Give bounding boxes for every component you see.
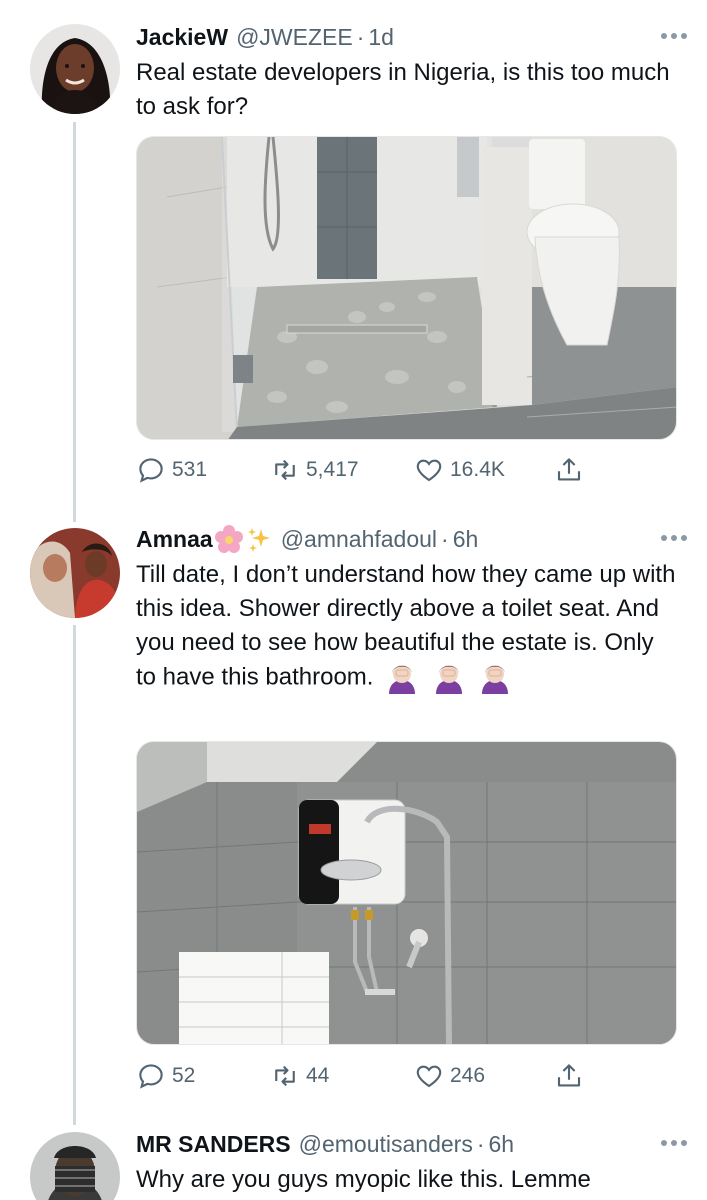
timestamp[interactable]: 1d <box>368 24 394 51</box>
avatar[interactable] <box>30 1132 120 1200</box>
retweet-button[interactable]: 44 <box>270 1056 329 1096</box>
separator-dot: · <box>356 23 365 50</box>
woman-facepalming-icon <box>431 660 467 696</box>
retweet-icon <box>275 1065 295 1087</box>
like-button[interactable]: 16.4K <box>414 450 505 490</box>
sparkles-icon <box>245 525 273 553</box>
heart-icon <box>416 459 442 482</box>
user-handle[interactable]: @amnahfadoul <box>281 526 437 553</box>
heart-icon <box>416 1065 442 1088</box>
like-count: 246 <box>450 1064 486 1087</box>
woman-facepalming-icon <box>477 660 513 696</box>
display-name[interactable]: JackieW <box>136 24 228 51</box>
reply-count: 531 <box>172 458 208 481</box>
separator-dot: · <box>441 525 449 552</box>
display-name[interactable]: MR SANDERS <box>136 1131 291 1158</box>
display-name[interactable]: Amnaa <box>136 526 213 553</box>
tweet-text: Why are you guys myopic like this. Lemme <box>136 1166 591 1193</box>
more-icon[interactable] <box>647 1131 687 1155</box>
retweet-button[interactable]: 5,417 <box>270 450 359 490</box>
retweet-count: 44 <box>306 1064 330 1087</box>
timestamp[interactable]: 6h <box>489 1131 515 1158</box>
user-handle[interactable]: @JWEZEE <box>236 24 353 51</box>
reply-button[interactable]: 531 <box>136 450 207 490</box>
timestamp[interactable]: 6h <box>453 526 479 553</box>
share-button[interactable] <box>554 1056 584 1096</box>
cherry-blossom-icon <box>214 525 243 553</box>
reply-icon <box>139 458 163 483</box>
more-icon[interactable] <box>647 526 687 550</box>
reply-button[interactable]: 52 <box>136 1056 195 1096</box>
tweet-image[interactable] <box>136 136 677 440</box>
avatar[interactable] <box>30 528 120 618</box>
tweet-image[interactable] <box>136 741 677 1045</box>
like-button[interactable]: 246 <box>414 1056 485 1096</box>
reply-count: 52 <box>172 1064 196 1087</box>
retweet-count: 5,417 <box>306 458 359 481</box>
share-icon <box>557 458 581 481</box>
woman-facepalming-icon <box>384 660 420 696</box>
tweet-text: Till date, I don’t understand how they c… <box>136 558 676 696</box>
retweet-icon <box>275 459 295 481</box>
more-icon[interactable] <box>647 24 687 48</box>
share-button[interactable] <box>554 450 584 490</box>
tweet-jackiew[interactable]: JackieW @JWEZEE · 1d Real estate develop… <box>0 0 707 515</box>
reply-icon <box>139 1064 163 1089</box>
tweet-mr-sanders[interactable]: MR SANDERS @emoutisanders · 6h Why are y… <box>0 1120 707 1200</box>
separator-dot: · <box>476 1130 485 1157</box>
tweet-text: Real estate developers in Nigeria, is th… <box>136 59 670 120</box>
user-handle[interactable]: @emoutisanders <box>299 1131 473 1158</box>
share-icon <box>557 1064 581 1087</box>
tweet-amnaa[interactable]: Amnaa @amnahfadoul · 6h Till date, I don… <box>0 515 707 1120</box>
like-count: 16.4K <box>450 458 505 481</box>
avatar[interactable] <box>30 24 120 114</box>
